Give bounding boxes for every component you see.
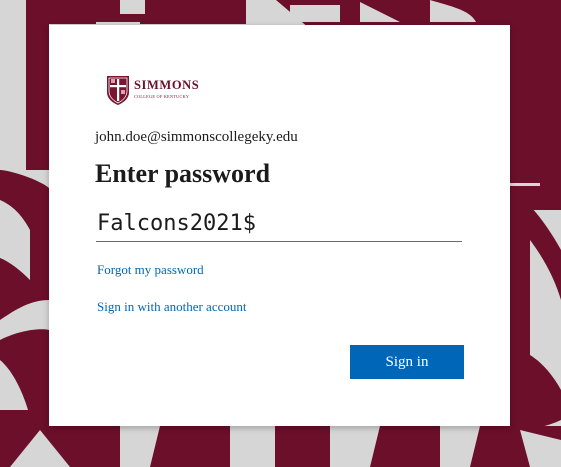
- sign-in-page: SIMMONS COLLEGE OF KENTUCKY john.doe@sim…: [0, 0, 561, 467]
- forgot-password-link[interactable]: Forgot my password: [97, 262, 204, 278]
- page-title: Enter password: [95, 159, 271, 188]
- sign-in-card: SIMMONS COLLEGE OF KENTUCKY john.doe@sim…: [49, 25, 510, 426]
- shield-icon: [107, 76, 129, 105]
- sign-in-button[interactable]: Sign in: [350, 345, 464, 379]
- logo-tagline: COLLEGE OF KENTUCKY: [134, 94, 189, 99]
- college-logo: SIMMONS COLLEGE OF KENTUCKY: [107, 76, 199, 105]
- account-identity: john.doe@simmonscollegeky.edu: [95, 129, 298, 145]
- password-field[interactable]: [96, 205, 462, 242]
- logo-wordmark: SIMMONS: [134, 78, 199, 92]
- other-account-link[interactable]: Sign in with another account: [97, 299, 246, 315]
